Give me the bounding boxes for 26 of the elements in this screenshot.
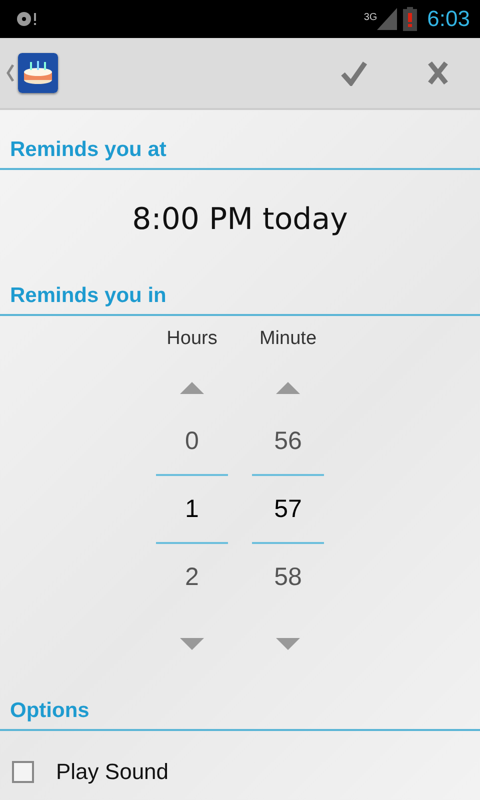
section-heading: Reminds you at [0,110,480,170]
option-label: Play Sound [56,759,169,785]
picker-value[interactable]: 57 [252,474,324,544]
picker-value[interactable]: 1 [156,474,228,544]
down-triangle-icon[interactable] [276,638,300,650]
cake-icon[interactable] [18,53,58,93]
section-heading: Reminds you in [0,257,480,316]
battery-icon [403,7,418,31]
up-triangle-icon[interactable] [276,382,300,394]
picker-label: Minute [259,328,317,351]
network-label: 3G [364,12,378,23]
down-triangle-icon[interactable] [180,638,204,650]
signal-icon [377,8,398,30]
section-heading: Options [0,678,480,731]
picker-value[interactable]: 58 [252,544,324,610]
picker-label: Hours [166,328,218,351]
up-triangle-icon[interactable] [180,382,204,394]
picker-value[interactable]: 56 [252,408,324,474]
picker-value[interactable]: 0 [156,408,228,474]
chevron-icon[interactable] [6,64,14,82]
picker-value[interactable]: 2 [156,544,228,610]
check-icon[interactable] [340,60,368,86]
checkbox[interactable] [12,761,34,783]
close-icon[interactable] [428,61,448,85]
clock: 6:03 [427,6,470,32]
reminder-time: 8:00 PM today [131,201,349,239]
